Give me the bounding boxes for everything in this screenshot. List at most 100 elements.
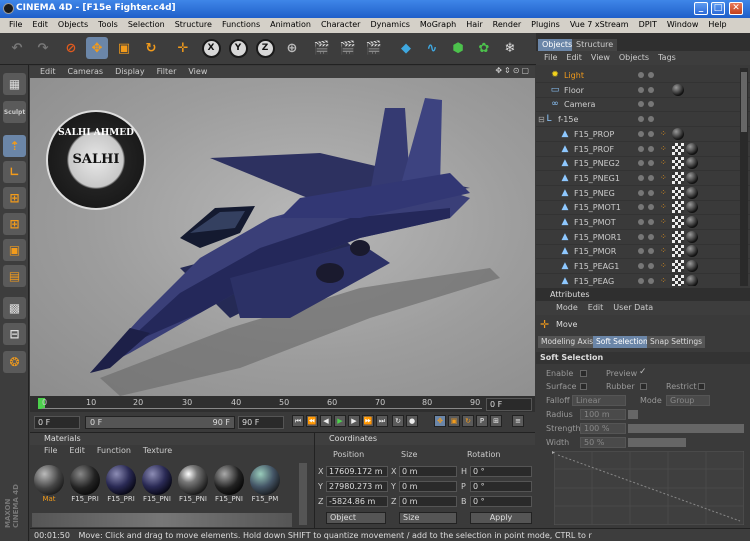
editor-visibility-dot[interactable] (638, 204, 644, 211)
spline-icon[interactable]: ∿ (421, 37, 443, 59)
material-swatch[interactable]: F15_PNI (140, 465, 174, 505)
minimize-button[interactable]: _ (694, 2, 708, 15)
coordinate-system-icon[interactable]: ⊕ (281, 37, 303, 59)
objects-scrollbar[interactable] (740, 68, 748, 286)
menu-objects[interactable]: Objects (53, 18, 93, 33)
falloff-dropdown[interactable]: Linear (572, 395, 626, 406)
materials-menu-edit[interactable]: Edit (69, 446, 97, 458)
menu-structure[interactable]: Structure (170, 18, 217, 33)
editor-visibility-dot[interactable] (638, 219, 644, 225)
render-picture-viewer-icon[interactable]: 🎬 (337, 37, 359, 59)
render-visibility-dot[interactable] (648, 145, 654, 152)
menu-edit[interactable]: Edit (27, 18, 53, 33)
size-y-field[interactable]: 0 m (399, 481, 457, 492)
maximize-button[interactable]: □ (711, 2, 725, 15)
materials-scrollbar[interactable] (299, 463, 307, 525)
position-y-field[interactable]: 27980.273 m (326, 481, 388, 492)
redo-icon[interactable]: ↷ (32, 37, 54, 59)
width-field[interactable]: 50 % (580, 437, 626, 448)
edges-mode-icon[interactable]: ⊞ (3, 213, 26, 235)
loop-icon[interactable]: ↻ (392, 415, 404, 427)
menu-vue[interactable]: Vue 7 xStream (565, 18, 634, 33)
phong-tag-icon[interactable]: ⁘ (660, 203, 668, 211)
editor-visibility-dot[interactable] (638, 116, 644, 123)
menu-hair[interactable]: Hair (461, 18, 487, 33)
editor-visibility-dot[interactable] (638, 189, 644, 196)
undo-icon[interactable]: ↶ (6, 37, 28, 59)
menu-tools[interactable]: Tools (93, 18, 123, 33)
material-tag-icon[interactable] (686, 274, 698, 286)
position-z-field[interactable]: -5824.86 m (326, 496, 388, 507)
play-icon[interactable]: ▶ (334, 415, 346, 427)
material-tag-icon[interactable] (686, 186, 698, 199)
render-visibility-dot[interactable] (648, 130, 654, 137)
current-frame-field[interactable]: 0 F (486, 398, 532, 411)
texture-tag-icon[interactable] (672, 274, 684, 286)
object-row[interactable]: ▲ F15_PMOR ⁘ (536, 244, 750, 260)
menu-plugins[interactable]: Plugins (526, 18, 565, 33)
material-tag-icon[interactable] (686, 216, 698, 228)
mode-dropdown[interactable]: Group (666, 395, 710, 406)
nurbs-icon[interactable]: ⬢ (447, 37, 469, 59)
rubber-checkbox[interactable] (640, 383, 647, 390)
objects-menu-file[interactable]: File (544, 53, 566, 65)
phong-tag-icon[interactable]: ⁘ (660, 173, 668, 181)
editor-visibility-dot[interactable] (638, 130, 644, 137)
object-row[interactable]: ∞ Camera (536, 97, 750, 113)
object-row[interactable]: ▲ F15_PMOT1 ⁘ (536, 200, 750, 216)
strength-field[interactable]: 100 % (580, 423, 626, 434)
viewport-menu-view[interactable]: View (182, 66, 213, 78)
material-swatch[interactable]: F15_PNI (212, 465, 246, 505)
object-axis-icon[interactable]: ⇡ (3, 135, 26, 157)
phong-tag-icon[interactable]: ⁘ (660, 262, 668, 270)
size-x-field[interactable]: 0 m (399, 466, 457, 477)
record-scale-icon[interactable]: ▣ (448, 415, 460, 427)
end-frame-field[interactable]: 90 F (238, 416, 284, 429)
3d-viewport[interactable]: SALHI AHMED SALHI (30, 78, 535, 396)
fps-icon[interactable]: ● (406, 415, 418, 427)
z-axis-lock-button[interactable]: Z (255, 38, 275, 58)
render-visibility-dot[interactable] (648, 86, 654, 93)
object-row[interactable]: ▲ F15_PEAG ⁘ (536, 274, 750, 286)
strength-slider[interactable] (628, 424, 744, 433)
uv-mode-icon[interactable]: ▤ (3, 265, 26, 287)
material-tag-icon[interactable] (686, 245, 698, 258)
menu-animation[interactable]: Animation (265, 18, 316, 33)
menu-window[interactable]: Window (662, 18, 704, 33)
render-view-icon[interactable]: 🎬 (311, 37, 333, 59)
goto-start-icon[interactable]: ⏮ (292, 415, 304, 427)
object-row[interactable]: ▲ F15_PNEG ⁘ (536, 186, 750, 201)
cube-object-icon[interactable]: ◆ (395, 37, 417, 59)
menu-character[interactable]: Character (316, 18, 366, 33)
texture-tag-icon[interactable] (672, 171, 684, 184)
close-button[interactable]: ✕ (729, 2, 743, 15)
texture-tag-icon[interactable] (672, 157, 684, 170)
range-slider[interactable]: 0 F 90 F (85, 416, 235, 429)
rotation-p-field[interactable]: 0 ° (470, 481, 532, 492)
tab-objects[interactable]: Objects (538, 39, 577, 51)
material-swatch[interactable]: F15_PNI (176, 465, 210, 505)
phong-tag-icon[interactable]: ⁘ (660, 188, 668, 196)
texture-tag-icon[interactable] (672, 186, 684, 199)
viewport-menu-edit[interactable]: Edit (30, 66, 62, 78)
editor-visibility-dot[interactable] (638, 86, 644, 93)
material-tag-icon[interactable] (672, 83, 684, 96)
menu-render[interactable]: Render (488, 18, 526, 33)
prev-frame-icon[interactable]: ◀ (320, 415, 332, 427)
record-param-icon[interactable]: P (476, 415, 488, 427)
texture-tag-icon[interactable] (672, 245, 684, 258)
editor-visibility-dot[interactable] (638, 160, 644, 167)
recent-tool-icon[interactable]: ✛ (172, 37, 194, 59)
record-rotate-icon[interactable]: ↻ (462, 415, 474, 427)
texture-tag-icon[interactable] (672, 142, 684, 155)
tab-soft-selection[interactable]: Soft Selection (593, 336, 651, 348)
editor-visibility-dot[interactable] (638, 277, 644, 284)
object-row[interactable]: ▲ F15_PEAG1 ⁘ (536, 259, 750, 275)
falloff-curve-graph[interactable] (554, 451, 744, 525)
viewport-menu-filter[interactable]: Filter (151, 66, 183, 78)
array-icon[interactable]: ✿ (473, 37, 495, 59)
material-swatch[interactable]: Mat (32, 465, 66, 505)
enable-checkbox[interactable] (580, 370, 587, 377)
prev-key-icon[interactable]: ⏪ (306, 415, 318, 427)
menu-dpit[interactable]: DPIT (634, 18, 662, 33)
